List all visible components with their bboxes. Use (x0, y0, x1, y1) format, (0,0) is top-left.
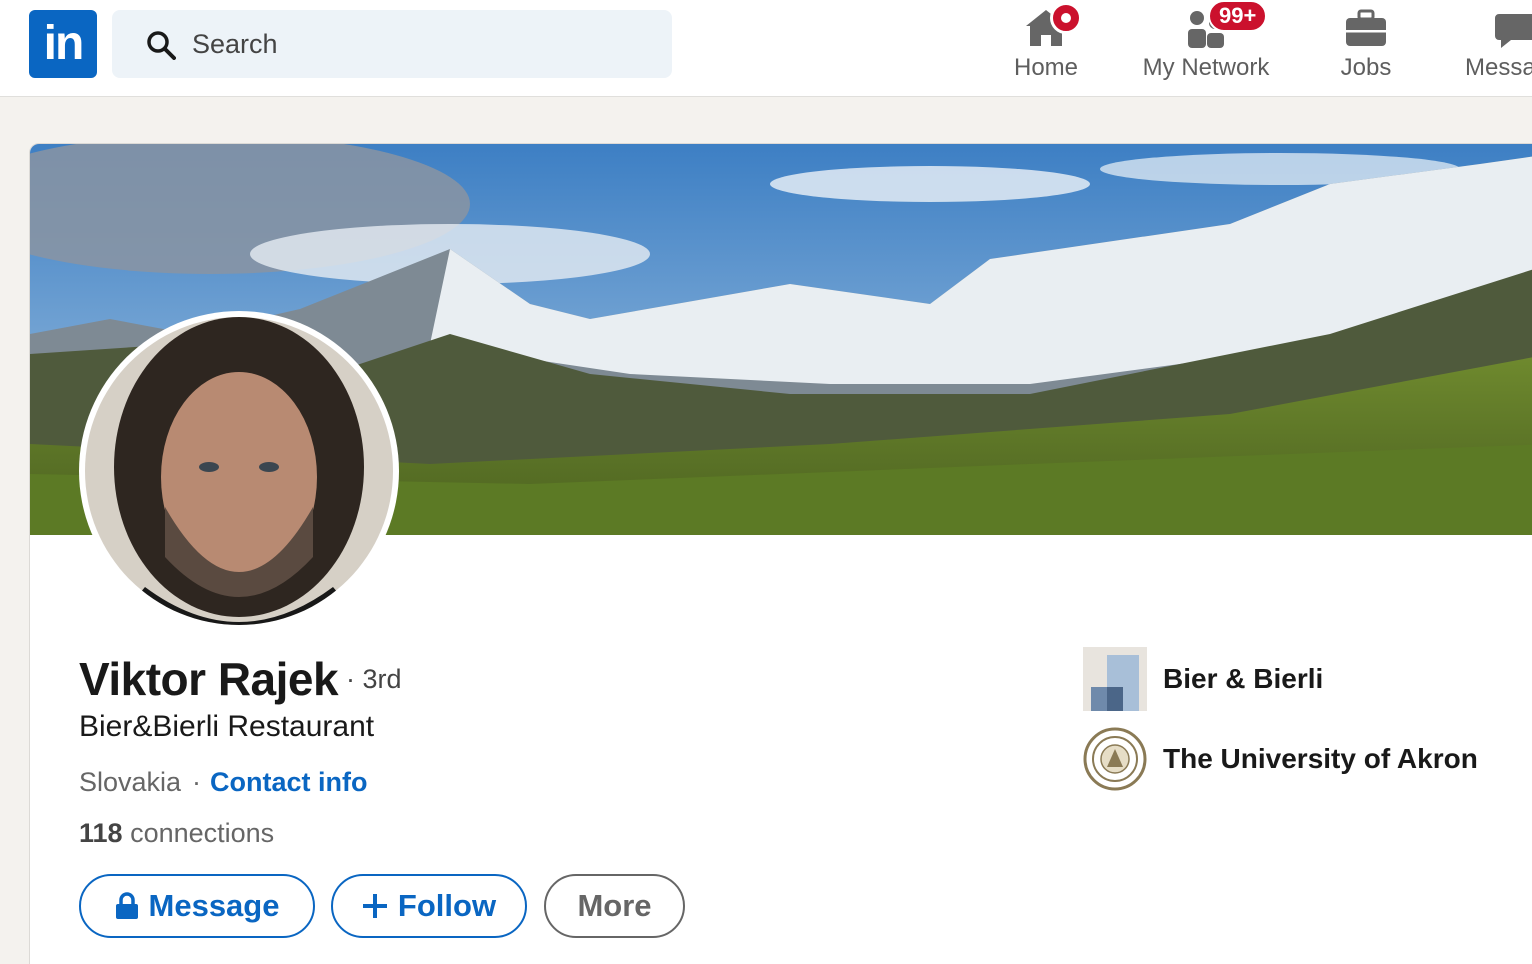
connections-number: 118 (79, 818, 123, 848)
linkedin-logo[interactable]: in (29, 10, 97, 78)
nav-home-label: Home (1013, 54, 1079, 81)
profile-card: Viktor Rajek · 3rd Bier&Bierli Restauran… (29, 143, 1532, 964)
chat-icon (1495, 14, 1532, 48)
connection-degree: · 3rd (346, 664, 402, 694)
nav-jobs[interactable]: Jobs (1325, 0, 1407, 96)
profile-headline: Bier&Bierli Restaurant (79, 710, 375, 743)
nav-jobs-label: Jobs (1340, 54, 1392, 81)
follow-button[interactable]: Follow (331, 874, 527, 938)
top-navigation-bar: in Home 99+ My Network Jobs (0, 0, 1532, 97)
nav-messaging-label: Messa (1465, 54, 1532, 81)
follow-button-label: Follow (397, 888, 497, 923)
profile-location: Slovakia (79, 767, 182, 797)
nav-messaging[interactable]: Messa (1455, 0, 1532, 96)
contact-info-link[interactable]: Contact info (210, 767, 367, 798)
nav-home[interactable]: Home (1000, 0, 1092, 96)
profile-photo-image (85, 317, 393, 625)
more-button-label: More (577, 888, 652, 923)
company-name: Bier & Bierli (1163, 663, 1324, 694)
lock-icon (115, 892, 138, 919)
message-button[interactable]: Message (79, 874, 315, 938)
search-icon (147, 31, 176, 60)
nav-my-network[interactable]: 99+ My Network (1130, 0, 1282, 96)
company-logo (1083, 647, 1147, 711)
message-button-label: Message (148, 888, 280, 923)
university-name: The University of Akron (1163, 743, 1478, 774)
connections-label: connections (130, 818, 275, 848)
plus-icon (362, 894, 387, 918)
network-count-badge: 99+ (1208, 0, 1268, 32)
nav-my-network-label: My Network (1142, 54, 1270, 81)
search-box[interactable] (112, 10, 672, 78)
education-link[interactable]: The University of Akron (1083, 727, 1478, 791)
more-button[interactable]: More (544, 874, 685, 938)
current-company-link[interactable]: Bier & Bierli (1083, 647, 1323, 711)
briefcase-icon (1346, 9, 1386, 46)
connections-count[interactable]: 118 connections (79, 818, 274, 849)
profile-photo[interactable] (79, 311, 399, 631)
search-input[interactable] (192, 10, 652, 78)
profile-name: Viktor Rajek (79, 653, 339, 705)
notification-dot (1050, 2, 1082, 34)
university-seal (1083, 727, 1147, 791)
location-separator: · (192, 767, 201, 797)
